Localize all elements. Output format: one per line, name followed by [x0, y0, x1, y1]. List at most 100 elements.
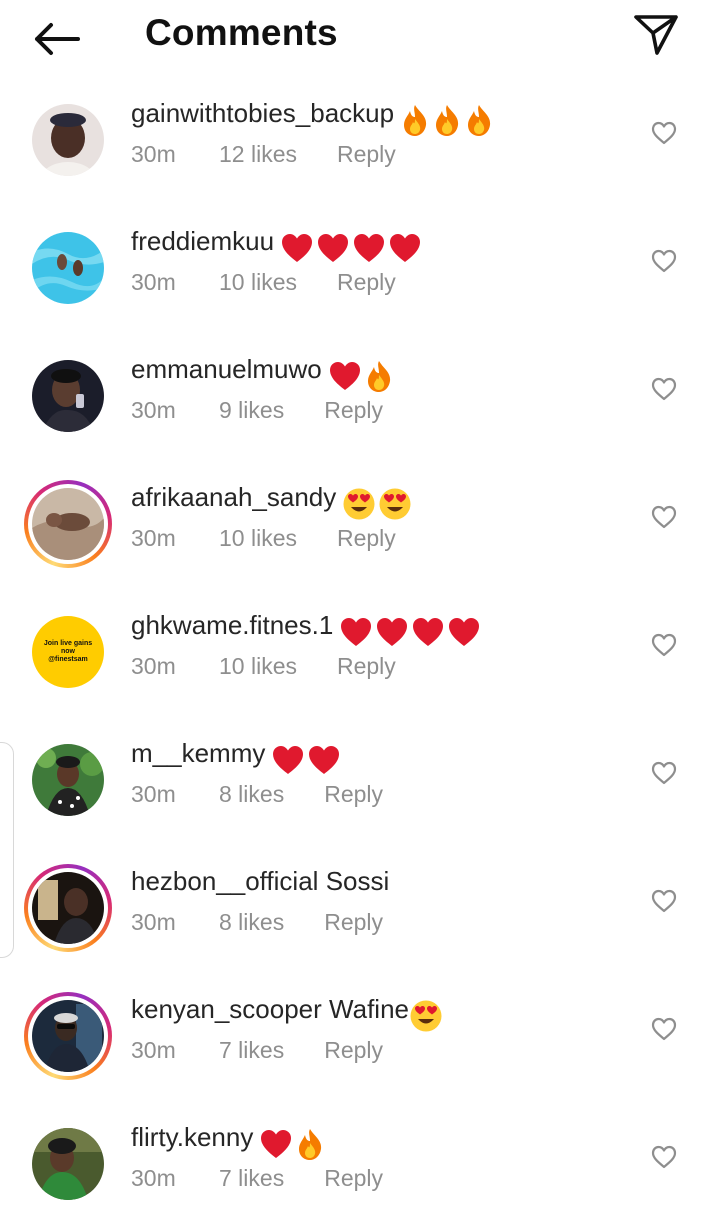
avatar-image — [32, 872, 104, 944]
red-heart-emoji-icon — [318, 234, 349, 263]
like-button[interactable] — [648, 502, 680, 532]
reply-button[interactable]: Reply — [324, 397, 383, 424]
comment-text: freddiemkuu — [131, 224, 424, 264]
reply-button[interactable]: Reply — [324, 781, 383, 808]
like-count[interactable]: 12 likes — [219, 141, 297, 168]
comment-text: kenyan_scooper Wafine — [131, 992, 445, 1033]
emoji-group — [259, 1125, 327, 1161]
comment-list: gainwithtobies_backup 30m 12 likes Reply f… — [0, 76, 720, 1228]
comment-time: 30m — [131, 1037, 176, 1063]
reply-button[interactable]: Reply — [324, 1037, 383, 1064]
comment-username[interactable]: emmanuelmuwo — [131, 354, 322, 384]
comment-username[interactable]: freddiemkuu — [131, 226, 274, 256]
comment-text: hezbon__official Sossi — [131, 864, 389, 898]
reply-button[interactable]: Reply — [337, 269, 396, 296]
avatar-story-ring[interactable] — [24, 480, 112, 568]
like-button[interactable] — [648, 118, 680, 148]
like-count[interactable]: 10 likes — [219, 269, 297, 296]
emoji-group — [280, 229, 424, 264]
like-button[interactable] — [648, 374, 680, 404]
like-count[interactable]: 9 likes — [219, 397, 284, 424]
reply-button[interactable]: Reply — [337, 525, 396, 552]
emoji-group — [409, 997, 445, 1033]
send-button[interactable] — [628, 10, 684, 60]
back-button[interactable] — [26, 14, 86, 64]
reply-button[interactable]: Reply — [337, 141, 396, 168]
comment-text: ghkwame.fitnes.1 — [131, 608, 483, 648]
comment-username[interactable]: kenyan_scooper — [131, 994, 322, 1024]
like-count[interactable]: 7 likes — [219, 1037, 284, 1064]
edge-panel-handle[interactable] — [0, 742, 14, 958]
like-count[interactable]: 7 likes — [219, 1165, 284, 1192]
like-button[interactable] — [648, 1142, 680, 1172]
comment-item: flirty.kenny 30m 7 likes Reply — [0, 1100, 720, 1228]
avatar-image: Join live gains now @finestsam — [32, 616, 104, 688]
comment-meta: 30m 12 likes Reply — [131, 141, 396, 168]
avatar-story-ring[interactable] — [24, 992, 112, 1080]
avatar[interactable] — [24, 224, 112, 312]
avatar[interactable] — [24, 736, 112, 824]
comment-time: 30m — [131, 141, 176, 167]
comment-time: 30m — [131, 909, 176, 935]
comment-text: emmanuelmuwo — [131, 352, 396, 393]
red-heart-emoji-icon — [261, 1130, 292, 1159]
like-button[interactable] — [648, 630, 680, 660]
like-button[interactable] — [648, 1014, 680, 1044]
comment-username[interactable]: hezbon__official — [131, 866, 318, 896]
comment-time: 30m — [131, 781, 176, 807]
red-heart-emoji-icon — [449, 618, 480, 647]
like-button[interactable] — [648, 886, 680, 916]
red-heart-emoji-icon — [282, 234, 313, 263]
comment-meta: 30m 10 likes Reply — [131, 269, 396, 296]
like-count[interactable]: 8 likes — [219, 781, 284, 808]
comment-username[interactable]: ghkwame.fitnes.1 — [131, 610, 333, 640]
reply-button[interactable]: Reply — [324, 1165, 383, 1192]
comment-meta: 30m 9 likes Reply — [131, 397, 383, 424]
comment-item: m__kemmy 30m 8 likes Reply — [0, 716, 720, 844]
comment-username[interactable]: m__kemmy — [131, 738, 265, 768]
comment-username[interactable]: gainwithtobies_backup — [131, 98, 394, 128]
emoji-group — [400, 101, 496, 137]
comment-item: emmanuelmuwo 30m 9 likes Reply — [0, 332, 720, 460]
reply-button[interactable]: Reply — [337, 653, 396, 680]
comment-username[interactable]: afrikaanah_sandy — [131, 482, 336, 512]
emoji-group — [271, 741, 343, 776]
emoji-group — [339, 613, 483, 648]
red-heart-emoji-icon — [377, 618, 408, 647]
comment-meta: 30m 8 likes Reply — [131, 781, 383, 808]
like-count[interactable]: 10 likes — [219, 653, 297, 680]
comment-meta: 30m 10 likes Reply — [131, 653, 396, 680]
heart-eyes-emoji-icon — [379, 488, 411, 520]
avatar-image — [32, 104, 104, 176]
like-count[interactable]: 10 likes — [219, 525, 297, 552]
like-button[interactable] — [648, 246, 680, 276]
avatar-image — [32, 744, 104, 816]
avatar-image — [32, 232, 104, 304]
comment-item: Join live gains now @finestsam ghkwame.f… — [0, 588, 720, 716]
comment-item: gainwithtobies_backup 30m 12 likes Reply — [0, 76, 720, 204]
heart-eyes-emoji-icon — [343, 488, 375, 520]
reply-button[interactable]: Reply — [324, 909, 383, 936]
red-heart-emoji-icon — [273, 746, 304, 775]
avatar[interactable]: Join live gains now @finestsam — [24, 608, 112, 696]
avatar-image — [32, 1000, 104, 1072]
comment-item: hezbon__official Sossi 30m 8 likes Reply — [0, 844, 720, 972]
red-heart-emoji-icon — [329, 362, 360, 391]
avatar[interactable] — [24, 96, 112, 184]
like-count[interactable]: 8 likes — [219, 909, 284, 936]
comment-body: Sossi — [325, 866, 390, 896]
fire-emoji-icon — [404, 105, 427, 137]
heart-outline-icon — [651, 249, 677, 273]
red-heart-emoji-icon — [413, 618, 444, 647]
comment-text: gainwithtobies_backup — [131, 96, 496, 137]
comment-meta: 30m 10 likes Reply — [131, 525, 396, 552]
comment-meta: 30m 7 likes Reply — [131, 1165, 383, 1192]
avatar[interactable] — [24, 352, 112, 440]
emoji-group — [342, 485, 414, 521]
avatar[interactable] — [24, 1120, 112, 1208]
avatar-story-ring[interactable] — [24, 864, 112, 952]
heart-outline-icon — [651, 505, 677, 529]
comment-username[interactable]: flirty.kenny — [131, 1122, 253, 1152]
like-button[interactable] — [648, 758, 680, 788]
comment-time: 30m — [131, 1165, 176, 1191]
